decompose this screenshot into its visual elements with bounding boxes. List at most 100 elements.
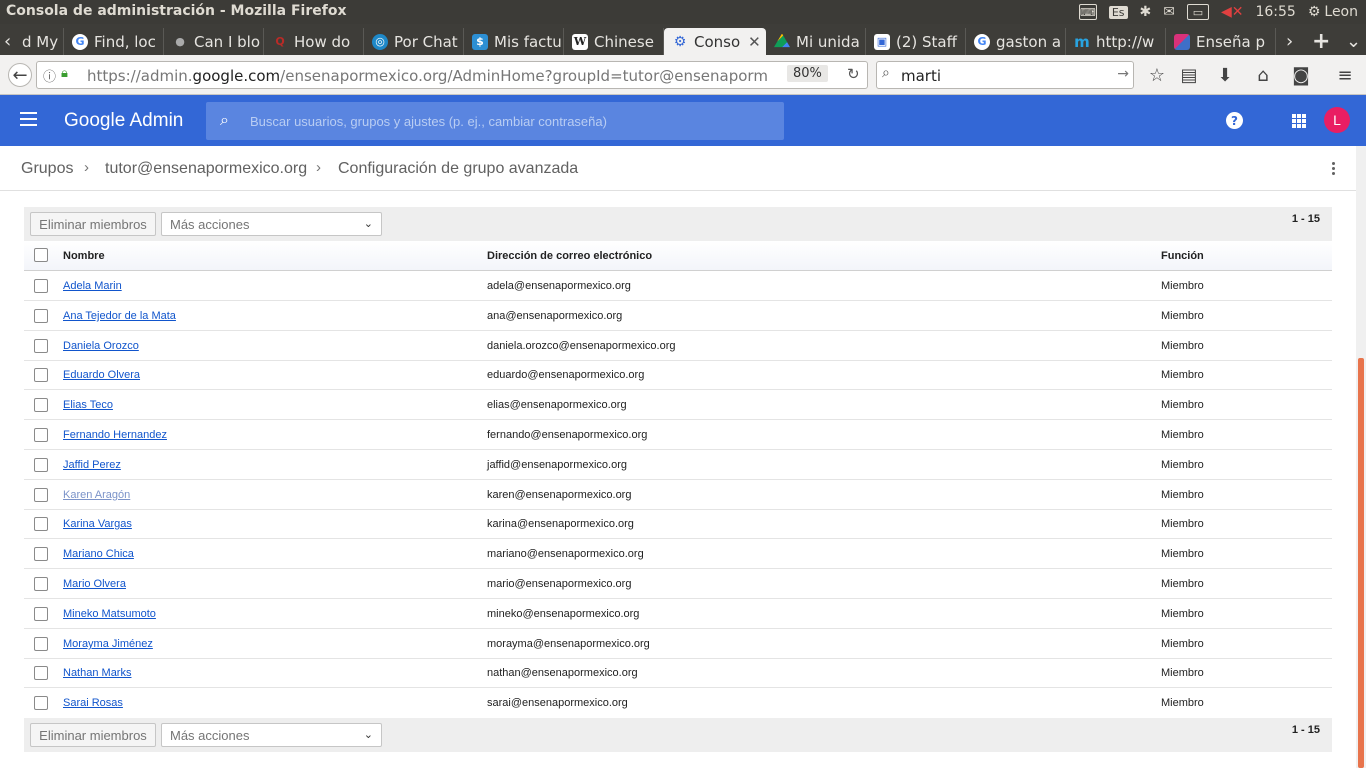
search-go-arrow-icon[interactable]: → <box>1117 66 1129 82</box>
search-bar[interactable]: ⌕ marti → <box>876 61 1134 89</box>
language-indicator[interactable]: Es <box>1108 5 1128 19</box>
breadcrumb-group[interactable]: tutor@ensenapormexico.org <box>105 160 307 178</box>
tab-9[interactable]: ▣ (2) Staff <box>866 28 966 55</box>
tab-5[interactable]: $ Mis factu <box>464 28 564 55</box>
table-header: Nombre Dirección de correo electrónico F… <box>24 241 1332 271</box>
row-checkbox[interactable] <box>34 339 48 353</box>
breadcrumb-groups[interactable]: Grupos <box>21 160 73 178</box>
row-checkbox[interactable] <box>34 428 48 442</box>
row-checkbox[interactable] <box>34 577 48 591</box>
close-tab-icon[interactable]: ✕ <box>748 33 761 51</box>
pocket-icon[interactable]: ◙ <box>1290 65 1312 86</box>
admin-logo[interactable]: Google Admin <box>64 110 183 132</box>
url-bar[interactable]: ⓘ 🔒︎ https://admin.google.com/ensenaporm… <box>36 61 868 89</box>
member-email: mineko@ensenapormexico.org <box>487 608 640 620</box>
row-checkbox[interactable] <box>34 547 48 561</box>
row-checkbox[interactable] <box>34 517 48 531</box>
scrollbar-thumb[interactable] <box>1358 358 1364 768</box>
tab-scroll-left-icon[interactable]: ‹ <box>4 28 11 55</box>
tab-10[interactable]: Ggaston a <box>966 28 1066 55</box>
member-name-link[interactable]: Ana Tejedor de la Mata <box>63 310 176 322</box>
row-checkbox[interactable] <box>34 696 48 710</box>
bookmark-star-icon[interactable]: ☆ <box>1146 65 1168 86</box>
member-name-link[interactable]: Nathan Marks <box>63 667 131 679</box>
mail-icon[interactable]: ✉ <box>1163 4 1175 20</box>
column-name[interactable]: Nombre <box>63 250 105 262</box>
row-checkbox[interactable] <box>34 488 48 502</box>
member-name-link[interactable]: Karen Aragón <box>63 489 130 501</box>
member-name-link[interactable]: Elias Teco <box>63 399 113 411</box>
volume-muted-icon[interactable]: ◀✕ <box>1221 4 1244 20</box>
row-checkbox[interactable] <box>34 607 48 621</box>
row-checkbox[interactable] <box>34 458 48 472</box>
pagination-range: 1 - 15 <box>1291 724 1320 736</box>
url-text[interactable]: https://admin.google.com/ensenapormexico… <box>87 67 767 85</box>
member-email: ana@ensenapormexico.org <box>487 310 623 322</box>
search-input[interactable]: marti <box>901 67 941 85</box>
avatar[interactable]: L <box>1324 107 1350 133</box>
apps-grid-icon[interactable] <box>1292 114 1306 128</box>
row-checkbox[interactable] <box>34 666 48 680</box>
table-row: Adela Marin adela@ensenapormexico.org Miem… <box>24 271 1332 301</box>
tab-7-active[interactable]: ⚙ Conso ✕ <box>664 28 766 55</box>
tab-3[interactable]: Q How do <box>264 28 364 55</box>
info-icon[interactable]: ⓘ <box>43 66 56 85</box>
apple-icon: ● <box>175 35 185 48</box>
member-name-link[interactable]: Jaffid Perez <box>63 459 121 471</box>
help-icon[interactable]: ? <box>1226 112 1243 129</box>
back-arrow-icon[interactable]: ← <box>8 63 32 87</box>
member-name-link[interactable]: Mario Olvera <box>63 578 126 590</box>
download-icon[interactable]: ⬇ <box>1214 65 1236 86</box>
clock[interactable]: 16:55 <box>1255 4 1295 20</box>
more-actions-select[interactable]: Más acciones ⌄ <box>161 723 382 747</box>
user-menu[interactable]: ⚙ Leon <box>1308 4 1358 20</box>
row-checkbox[interactable] <box>34 637 48 651</box>
admin-search-input[interactable]: ⌕ Buscar usuarios, grupos y ajustes (p. … <box>206 102 784 140</box>
more-actions-select[interactable]: Más acciones ⌄ <box>161 212 382 236</box>
tab-0[interactable]: d My <box>14 28 64 55</box>
row-checkbox[interactable] <box>34 398 48 412</box>
tab-4[interactable]: ◎ Por Chat <box>364 28 464 55</box>
new-tab-icon[interactable]: + <box>1312 28 1330 55</box>
remove-members-button[interactable]: Eliminar miembros <box>30 212 156 236</box>
row-checkbox[interactable] <box>34 368 48 382</box>
member-name-link[interactable]: Daniela Orozco <box>63 340 139 352</box>
tab-1[interactable]: G Find, loc <box>64 28 164 55</box>
zoom-level[interactable]: 80% <box>787 65 828 82</box>
member-name-link[interactable]: Mineko Matsumoto <box>63 608 156 620</box>
tab-list-chevron-icon[interactable]: ⌄ <box>1346 28 1361 55</box>
tab-11[interactable]: m http://w <box>1066 28 1166 55</box>
battery-icon[interactable]: ▭ <box>1186 4 1209 20</box>
row-checkbox[interactable] <box>34 309 48 323</box>
column-email[interactable]: Dirección de correo electrónico <box>487 250 652 262</box>
member-name-link[interactable]: Eduardo Olvera <box>63 369 140 381</box>
tab-2[interactable]: ● Can I blo <box>164 28 264 55</box>
row-checkbox[interactable] <box>34 279 48 293</box>
bluetooth-icon[interactable]: ✱ <box>1140 4 1152 20</box>
member-name-link[interactable]: Karina Vargas <box>63 518 132 530</box>
select-all-checkbox[interactable] <box>34 248 48 262</box>
keyboard-icon[interactable]: ⌨ <box>1078 4 1097 20</box>
member-name-link[interactable]: Morayma Jiménez <box>63 638 153 650</box>
home-icon[interactable]: ⌂ <box>1252 65 1274 86</box>
hamburger-menu-icon[interactable] <box>20 112 37 126</box>
member-name-link[interactable]: Sarai Rosas <box>63 697 123 709</box>
tab-12[interactable]: Enseña p <box>1166 28 1276 55</box>
remove-members-button[interactable]: Eliminar miembros <box>30 723 156 747</box>
reload-icon[interactable]: ↻ <box>847 65 860 83</box>
column-role[interactable]: Función <box>1161 250 1204 262</box>
tab-6[interactable]: W Chinese <box>564 28 664 55</box>
member-email: adela@ensenapormexico.org <box>487 280 631 292</box>
tab-8[interactable]: Mi unida <box>766 28 866 55</box>
page-scrollbar[interactable] <box>1356 146 1366 768</box>
more-options-icon[interactable] <box>1332 162 1336 177</box>
tab-scroll-right-icon[interactable]: › <box>1286 28 1293 55</box>
menu-icon[interactable]: ≡ <box>1334 65 1356 86</box>
member-email: sarai@ensenapormexico.org <box>487 697 628 709</box>
member-name-link[interactable]: Fernando Hernandez <box>63 429 167 441</box>
staff-icon: ▣ <box>874 33 890 50</box>
member-name-link[interactable]: Adela Marin <box>63 280 122 292</box>
reading-list-icon[interactable]: ▤ <box>1178 65 1200 86</box>
chevron-right-icon: › <box>84 159 89 176</box>
member-name-link[interactable]: Mariano Chica <box>63 548 134 560</box>
